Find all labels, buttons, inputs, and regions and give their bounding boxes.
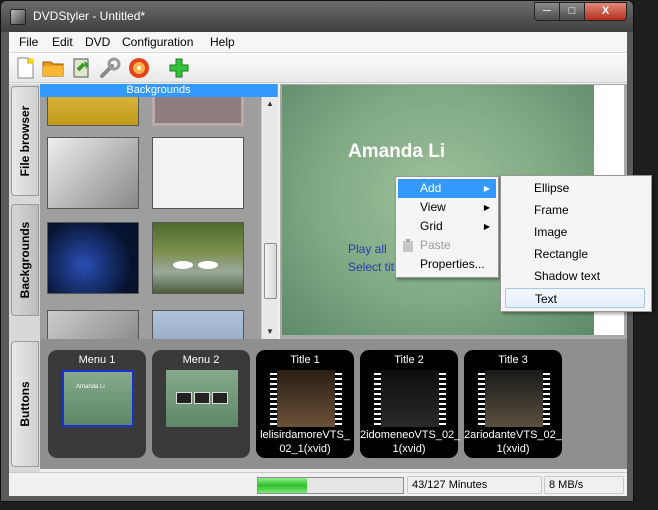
scrollbar-thumb[interactable]	[264, 243, 277, 299]
add-shadow-text[interactable]: Shadow text	[505, 266, 645, 286]
maximize-button[interactable]: □	[559, 2, 585, 21]
title-2-filmstrip-preview	[374, 370, 446, 427]
card-subtitle-line1: lelisirdamoreVTS_	[260, 429, 350, 441]
backgrounds-panel: Backgrounds ▲ ▼	[40, 84, 278, 339]
card-label: Title 3	[498, 354, 528, 366]
new-file-icon[interactable]	[13, 56, 37, 80]
title-3-filmstrip-preview	[478, 370, 550, 427]
context-menu-grid-label: Grid	[420, 219, 443, 233]
card-label: Title 2	[394, 354, 424, 366]
menu-card-1[interactable]: Menu 1 Amanda Li	[48, 350, 146, 458]
menu-title-text[interactable]: Amanda Li	[348, 141, 445, 163]
play-all-button[interactable]: Play all	[348, 242, 387, 256]
menu-edit[interactable]: Edit	[52, 35, 73, 49]
save-icon[interactable]	[70, 56, 94, 80]
submenu-arrow-icon: ▶	[483, 184, 490, 193]
toolbar	[9, 53, 627, 83]
minimize-button[interactable]: ─	[534, 2, 560, 21]
buttons-tab-column: Buttons	[9, 339, 40, 469]
tab-file-browser[interactable]: File browser	[11, 86, 39, 196]
swans-image	[173, 261, 218, 269]
background-thumb-blue-swirl[interactable]	[47, 222, 139, 294]
card-subtitle-line1: 2ariodanteVTS_02_	[464, 429, 562, 441]
menu-configuration[interactable]: Configuration	[122, 35, 193, 49]
context-menu-properties-label: Properties...	[420, 257, 485, 271]
titleset-manager: Menu 1 Amanda Li Menu 2 Title 1 lelisird…	[40, 339, 627, 469]
background-thumb-wood[interactable]	[47, 310, 139, 339]
app-window: DVDStyler - Untitled* ─ □ X File Edit DV…	[0, 0, 652, 502]
tab-buttons-label: Buttons	[18, 381, 32, 427]
minutes-readout: 43/127 Minutes	[407, 476, 542, 494]
menu-card-2[interactable]: Menu 2	[152, 350, 250, 458]
tab-file-browser-label: File browser	[18, 105, 32, 177]
card-label: Menu 1	[78, 354, 116, 366]
card-subtitle-line2: 1(xvid)	[496, 443, 530, 455]
burn-disc-icon[interactable]	[127, 56, 151, 80]
background-thumb-white-texture[interactable]	[152, 137, 244, 209]
context-menu-view-label: View	[420, 200, 446, 214]
tab-backgrounds[interactable]: Backgrounds	[11, 204, 39, 316]
add-frame[interactable]: Frame	[505, 200, 645, 220]
context-menu-paste-label: Paste	[420, 238, 451, 252]
context-menu-add-label: Add	[420, 181, 442, 195]
add-rectangle[interactable]: Rectangle	[505, 244, 645, 264]
tab-backgrounds-label: Backgrounds	[18, 221, 32, 299]
title-1-filmstrip-preview	[270, 370, 342, 427]
background-thumb-swans[interactable]	[152, 222, 244, 294]
menu-2-preview	[166, 370, 238, 427]
menu-1-preview-title: Amanda Li	[76, 384, 105, 390]
tab-buttons[interactable]: Buttons	[11, 341, 39, 467]
backgrounds-scrollbar[interactable]: ▲ ▼	[261, 97, 278, 339]
add-text[interactable]: Text	[505, 288, 645, 308]
title-card-2[interactable]: Title 2 2idomeneoVTS_02_ 1(xvid)	[360, 350, 461, 458]
background-thumb-silver[interactable]	[47, 137, 139, 209]
title-card-3[interactable]: Title 3 2ariodanteVTS_02_ 1(xvid)	[464, 350, 562, 458]
add-image[interactable]: Image	[505, 222, 645, 242]
card-label: Menu 2	[182, 354, 220, 366]
card-label: Title 1	[290, 354, 320, 366]
settings-wrench-icon[interactable]	[98, 56, 122, 80]
window-title: DVDStyler - Untitled*	[33, 9, 146, 23]
submenu-arrow-icon: ▶	[483, 203, 490, 212]
paste-icon	[403, 239, 413, 252]
context-menu-view[interactable]: View ▶	[398, 198, 496, 217]
context-menu-paste[interactable]: Paste	[398, 236, 496, 255]
disc-usage-progress	[257, 477, 404, 494]
context-menu-grid[interactable]: Grid ▶	[398, 217, 496, 236]
scroll-down-arrow-icon[interactable]: ▼	[266, 327, 274, 336]
title-bar[interactable]: DVDStyler - Untitled* ─ □ X	[1, 1, 633, 32]
dvdstyler-app-icon	[10, 9, 26, 25]
add-submenu: Ellipse Frame Image Rectangle Shadow tex…	[500, 175, 652, 312]
scroll-up-arrow-icon[interactable]: ▲	[266, 99, 274, 108]
card-subtitle-line1: 2idomeneoVTS_02_	[360, 429, 461, 441]
card-subtitle-line2: 02_1(xvid)	[279, 443, 331, 455]
background-thumb-sky[interactable]	[152, 310, 244, 339]
card-subtitle: 2idomeneoVTS_02_ 1(xvid)	[360, 428, 461, 456]
submenu-arrow-icon: ▶	[483, 222, 490, 231]
add-plus-icon[interactable]	[167, 56, 191, 80]
disc-usage-progress-fill	[258, 478, 308, 493]
context-menu-add[interactable]: Add ▶	[398, 179, 496, 198]
client-area: File Edit DVD Configuration Help File br…	[9, 32, 652, 496]
title-card-1[interactable]: Title 1 lelisirdamoreVTS_ 02_1(xvid)	[256, 350, 354, 458]
status-bar: 43/127 Minutes 8 MB/s	[9, 472, 627, 496]
card-subtitle-line2: 1(xvid)	[392, 443, 426, 455]
close-button[interactable]: X	[584, 2, 627, 21]
open-folder-icon[interactable]	[41, 56, 65, 80]
menu-dvd[interactable]: DVD	[85, 35, 110, 49]
menu-file[interactable]: File	[19, 35, 38, 49]
add-ellipse[interactable]: Ellipse	[505, 178, 645, 198]
menu-help[interactable]: Help	[210, 35, 235, 49]
menu-bar: File Edit DVD Configuration Help	[9, 32, 627, 53]
menu-1-preview: Amanda Li	[62, 370, 134, 427]
select-title-button[interactable]: Select titl	[348, 260, 397, 274]
canvas-context-menu: Add ▶ View ▶ Grid ▶ Paste Properties...	[395, 176, 499, 278]
context-menu-properties[interactable]: Properties...	[398, 255, 496, 274]
backgrounds-panel-header: Backgrounds	[40, 84, 277, 97]
bitrate-readout: 8 MB/s	[544, 476, 624, 494]
card-subtitle: lelisirdamoreVTS_ 02_1(xvid)	[256, 428, 354, 456]
card-subtitle: 2ariodanteVTS_02_ 1(xvid)	[464, 428, 562, 456]
